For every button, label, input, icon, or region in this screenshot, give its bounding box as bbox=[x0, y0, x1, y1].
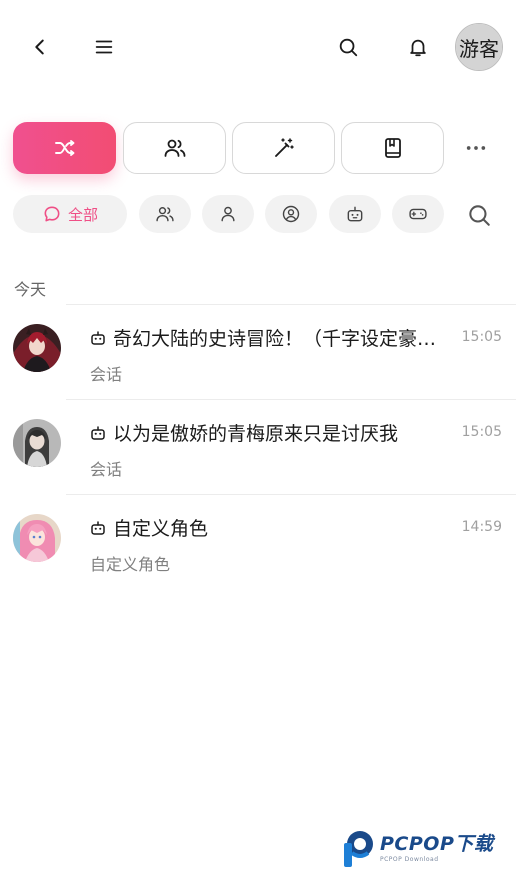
conversation-time: 15:05 bbox=[461, 329, 502, 345]
chevron-left-icon bbox=[35, 39, 44, 55]
conversation-item[interactable]: 自定义角色 自定义角色 14:59 bbox=[0, 495, 516, 589]
avatar bbox=[13, 514, 61, 562]
conversation-item[interactable]: 奇幻大陆的史诗冒险！（千字设定豪… 会话 15:05 bbox=[0, 305, 516, 399]
conversation-title: 自定义角色 bbox=[89, 514, 454, 541]
user-icon bbox=[221, 206, 235, 222]
watermark-sub: PCPOP Download bbox=[380, 856, 439, 863]
mode-selector bbox=[0, 122, 516, 178]
character-avatar-image bbox=[13, 324, 61, 372]
search-icon bbox=[469, 205, 490, 226]
user-circle-icon bbox=[282, 205, 300, 223]
avatar bbox=[13, 324, 61, 372]
conversation-title-text: 自定义角色 bbox=[113, 518, 209, 540]
conversation-title-text: 以为是傲娇的青梅原来只是讨厌我 bbox=[113, 423, 399, 445]
gamepad-icon bbox=[409, 208, 427, 220]
filter-all-chip[interactable]: 全部 bbox=[13, 195, 127, 233]
menu-button[interactable] bbox=[89, 32, 119, 62]
pcpop-logo-icon bbox=[344, 831, 373, 867]
conversation-subtitle: 会话 bbox=[90, 365, 123, 384]
conversation-time: 14:59 bbox=[461, 519, 502, 535]
users-icon bbox=[156, 207, 174, 222]
section-title-today: 今天 bbox=[14, 280, 47, 299]
magic-wand-icon bbox=[274, 138, 294, 157]
filter-profile-chip[interactable] bbox=[265, 195, 317, 233]
filter-search-button[interactable] bbox=[466, 202, 492, 228]
guest-avatar-button[interactable]: 游客 bbox=[455, 23, 503, 71]
filter-bot-chip[interactable] bbox=[329, 195, 381, 233]
more-button[interactable] bbox=[460, 136, 492, 160]
back-button[interactable] bbox=[25, 32, 55, 62]
robot-icon bbox=[91, 425, 105, 440]
robot-icon bbox=[91, 520, 105, 535]
conversation-item[interactable]: 以为是傲娇的青梅原来只是讨厌我 会话 15:05 bbox=[0, 400, 516, 494]
avatar bbox=[13, 419, 61, 467]
chat-bubble-icon bbox=[44, 206, 60, 222]
character-avatar-image bbox=[13, 419, 61, 467]
conversation-title: 奇幻大陆的史诗冒险！（千字设定豪… bbox=[89, 324, 454, 351]
random-mode-button[interactable] bbox=[13, 122, 116, 174]
bell-icon bbox=[410, 39, 426, 57]
group-mode-button[interactable] bbox=[123, 122, 226, 174]
filter-single-chip[interactable] bbox=[202, 195, 254, 233]
users-icon bbox=[164, 139, 185, 157]
conversation-subtitle: 会话 bbox=[90, 460, 123, 479]
watermark-brand: PCPOP下载 bbox=[380, 833, 494, 855]
watermark-text: PCPOP下载 PCPOP Download bbox=[380, 835, 493, 863]
conversation-title: 以为是傲娇的青梅原来只是讨厌我 bbox=[89, 419, 454, 446]
conversation-subtitle: 自定义角色 bbox=[90, 555, 171, 574]
filter-all-label: 全部 bbox=[67, 205, 98, 224]
search-button[interactable] bbox=[333, 32, 363, 62]
more-horizontal-icon bbox=[466, 146, 486, 150]
create-mode-button[interactable] bbox=[232, 122, 335, 174]
shuffle-icon bbox=[54, 140, 74, 156]
story-mode-button[interactable] bbox=[341, 122, 444, 174]
notifications-button[interactable] bbox=[403, 32, 433, 62]
watermark: PCPOP下载 PCPOP Download bbox=[340, 826, 510, 872]
filter-game-chip[interactable] bbox=[392, 195, 444, 233]
conversation-list: 奇幻大陆的史诗冒险！（千字设定豪… 会话 15:05 以为是傲娇的青梅原来只是讨… bbox=[0, 304, 516, 589]
filter-group-chip[interactable] bbox=[139, 195, 191, 233]
filter-chips: 全部 bbox=[0, 195, 516, 233]
robot-icon bbox=[347, 206, 363, 222]
top-bar: 游客 bbox=[0, 0, 516, 96]
character-avatar-image bbox=[13, 514, 61, 562]
hamburger-menu-icon bbox=[95, 40, 113, 54]
conversation-time: 15:05 bbox=[461, 424, 502, 440]
robot-icon bbox=[91, 330, 105, 345]
conversation-title-text: 奇幻大陆的史诗冒险！（千字设定豪… bbox=[113, 328, 437, 350]
search-icon bbox=[339, 38, 358, 57]
book-icon bbox=[384, 138, 401, 158]
